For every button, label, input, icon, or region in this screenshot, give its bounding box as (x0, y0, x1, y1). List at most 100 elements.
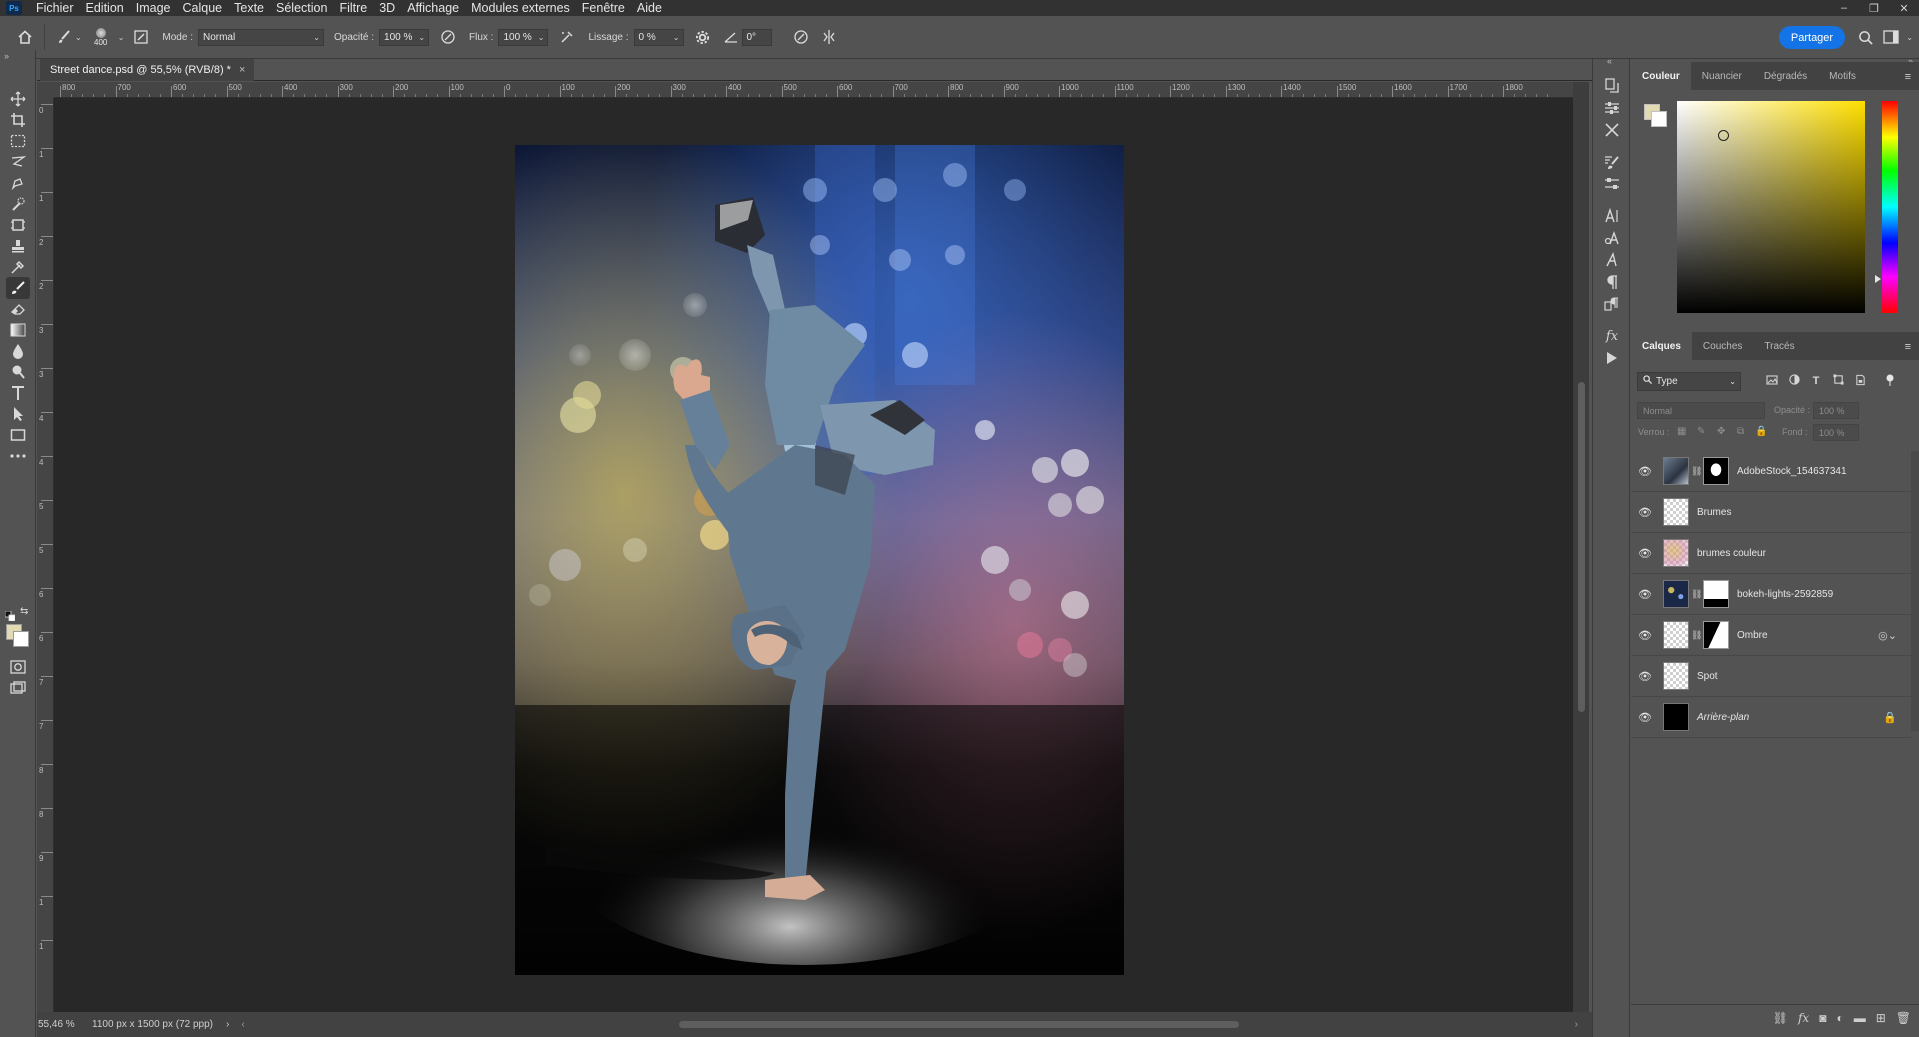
styles-fx-icon[interactable]: fx (1601, 325, 1623, 347)
new-layer-icon[interactable]: ⊞ (1876, 1011, 1886, 1025)
pen-tool-icon[interactable] (6, 172, 30, 194)
layer-row[interactable]: 👁 brumes couleur (1631, 533, 1911, 574)
document-canvas[interactable] (515, 145, 1124, 975)
symmetry-icon[interactable] (818, 26, 840, 48)
filter-adjustment-icon[interactable] (1783, 374, 1805, 388)
history-icon[interactable] (1601, 75, 1623, 97)
layer-mask-thumbnail[interactable] (1703, 457, 1729, 485)
scroll-left-icon[interactable]: ‹ (241, 1019, 244, 1030)
paragraph-styles-icon[interactable] (1601, 293, 1623, 315)
add-mask-icon[interactable]: ◙ (1819, 1011, 1826, 1025)
visibility-eye-icon[interactable]: 👁 (1631, 588, 1659, 601)
blur-tool-icon[interactable] (6, 340, 30, 362)
blend-mode-select[interactable]: Normal (1637, 402, 1765, 419)
adjustment-layer-icon[interactable]: ◐ (1836, 1011, 1843, 1025)
layer-filter-select[interactable]: Type ⌄ (1637, 371, 1741, 391)
zoom-level[interactable]: 55,46 % (38, 1019, 88, 1030)
brush-tool-preset-icon[interactable] (53, 26, 75, 48)
default-colors-icon[interactable] (4, 608, 16, 622)
quick-mask-icon[interactable] (6, 656, 30, 678)
filter-smart-object-icon[interactable] (1849, 374, 1871, 389)
status-menu-arrow-icon[interactable]: › (226, 1019, 229, 1030)
hue-slider-marker[interactable] (1875, 275, 1881, 283)
visibility-eye-icon[interactable]: 👁 (1631, 670, 1659, 683)
delete-layer-icon[interactable]: 🗑 (1896, 1011, 1911, 1025)
smoothing-input[interactable]: 0 % ⌄ (633, 28, 684, 46)
vertical-scrollbar[interactable] (1573, 82, 1589, 1012)
quick-selection-tool-icon[interactable] (6, 193, 30, 215)
lock-pixels-icon[interactable]: ✎ (1697, 426, 1705, 437)
fill-input[interactable]: 100 % (1813, 424, 1859, 441)
path-selection-tool-icon[interactable] (6, 403, 30, 425)
smart-filter-icon[interactable]: ◎⌄ (1878, 629, 1897, 642)
vertical-scroll-thumb[interactable] (1578, 382, 1585, 712)
close-button[interactable]: ✕ (1889, 0, 1919, 16)
menu-filtre[interactable]: Filtre (333, 0, 373, 16)
restore-button[interactable]: ❐ (1859, 0, 1889, 16)
menu-aide[interactable]: Aide (631, 0, 668, 16)
brush-settings-icon[interactable] (130, 26, 152, 48)
hue-slider[interactable] (1882, 101, 1898, 313)
layer-row[interactable]: 👁 Arrière-plan 🔒 (1631, 697, 1911, 738)
opacity-input[interactable]: 100 % ⌄ (379, 28, 430, 46)
eyedropper-tool-icon[interactable] (6, 256, 30, 278)
layers-scrollbar[interactable] (1911, 451, 1919, 731)
new-group-icon[interactable]: ▬ (1854, 1011, 1866, 1025)
color-panel-background-swatch[interactable] (1651, 111, 1667, 127)
gradient-tool-icon[interactable] (6, 319, 30, 341)
panel-menu-icon[interactable]: ≡ (1905, 341, 1911, 353)
layer-row[interactable]: 👁 ⛓ AdobeStock_154637341 (1631, 451, 1911, 492)
visibility-eye-icon[interactable]: 👁 (1631, 711, 1659, 724)
brush-tool-icon[interactable] (6, 277, 30, 299)
tab-motifs[interactable]: Motifs (1818, 62, 1867, 90)
menu-3d[interactable]: 3D (373, 0, 401, 16)
lock-position-icon[interactable]: ✥ (1717, 426, 1725, 437)
angle-input[interactable]: 0° (741, 28, 772, 46)
menu-selection[interactable]: Sélection (270, 0, 333, 16)
glyphs-icon[interactable] (1601, 227, 1623, 249)
properties-icon[interactable] (1601, 173, 1623, 195)
collapse-icon[interactable]: » (4, 51, 9, 61)
character-icon[interactable] (1601, 205, 1623, 227)
marquee-tool-icon[interactable] (6, 130, 30, 152)
tab-traces[interactable]: Tracés (1753, 332, 1805, 360)
mask-link-icon[interactable]: ⛓ (1691, 630, 1702, 641)
filter-pixel-icon[interactable] (1761, 374, 1783, 388)
pressure-opacity-icon[interactable] (437, 26, 459, 48)
tab-couches[interactable]: Couches (1692, 332, 1753, 360)
gear-icon[interactable] (692, 26, 714, 48)
layer-opacity-input[interactable]: 100 % (1813, 402, 1859, 419)
menu-modules-externes[interactable]: Modules externes (465, 0, 576, 16)
move-tool-icon[interactable] (6, 88, 30, 110)
menu-image[interactable]: Image (130, 0, 177, 16)
lock-transparency-icon[interactable]: ▦ (1677, 426, 1686, 437)
layer-mask-thumbnail[interactable] (1703, 580, 1729, 608)
tab-degrades[interactable]: Dégradés (1753, 62, 1818, 90)
airbrush-icon[interactable] (556, 26, 578, 48)
eraser-tool-icon[interactable] (6, 298, 30, 320)
brush-settings-panel-icon[interactable] (1601, 151, 1623, 173)
search-icon[interactable] (1854, 26, 1876, 48)
visibility-eye-icon[interactable]: 👁 (1631, 465, 1659, 478)
tab-couleur[interactable]: Couleur (1631, 62, 1691, 90)
menu-fenetre[interactable]: Fenêtre (576, 0, 631, 16)
lock-artboard-icon[interactable]: ⧉ (1737, 426, 1744, 437)
mask-link-icon[interactable]: ⛓ (1691, 589, 1702, 600)
filter-shape-icon[interactable] (1827, 374, 1849, 388)
mode-select[interactable]: Normal ⌄ (197, 28, 324, 46)
menu-edition[interactable]: Edition (80, 0, 130, 16)
document-tab[interactable]: Street dance.psd @ 55,5% (RVB/8) * × (40, 59, 254, 81)
background-color-swatch[interactable] (13, 631, 29, 647)
menu-fichier[interactable]: Fichier (30, 0, 80, 16)
crop-tool-icon[interactable] (6, 109, 30, 131)
workspace-icon[interactable] (1880, 26, 1902, 48)
tab-nuancier[interactable]: Nuancier (1691, 62, 1753, 90)
color-saturation-field[interactable] (1677, 101, 1865, 313)
filter-type-icon[interactable]: T (1805, 375, 1827, 387)
layer-row[interactable]: 👁 Spot (1631, 656, 1911, 697)
visibility-eye-icon[interactable]: 👁 (1631, 547, 1659, 560)
collapse-icon[interactable]: « (1607, 56, 1612, 66)
flow-input[interactable]: 100 % ⌄ (498, 28, 549, 46)
stamp-tool-icon[interactable] (6, 235, 30, 257)
minimize-button[interactable]: – (1829, 0, 1859, 16)
